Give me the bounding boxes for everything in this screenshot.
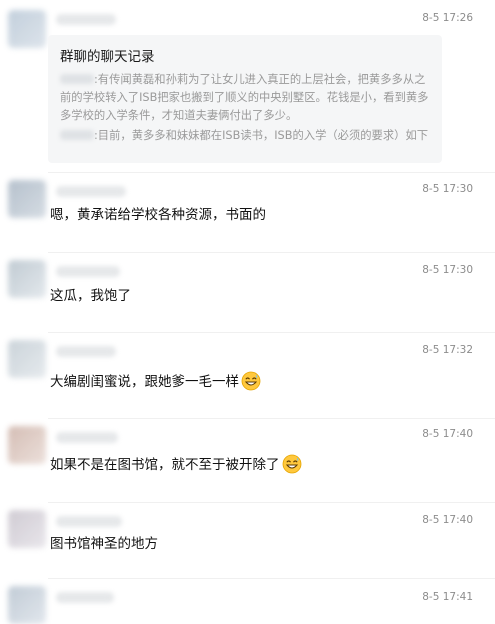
message-time: 8-5 17:32 [422,344,473,356]
chat-record-title: 群聊的聊天记录 [60,49,155,65]
message-text: 嗯，黄承诺给学校各种资源，书面的 [50,207,266,223]
message-time: 8-5 17:40 [422,428,473,440]
divider [48,252,495,253]
sender-name [56,266,120,277]
message-text: 图书馆神圣的地方 [50,536,158,552]
avatar[interactable] [8,586,46,624]
chat-message: 8-5 17:40 如果不是在图书馆，就不至于被开除了 [0,420,495,504]
record-sender-name [60,74,94,84]
chat-record-line: 多学校的入学条件，才知道夫妻俩付出了多少。 [60,109,298,122]
grin-sweat-icon [241,371,261,391]
message-text: 如果不是在图书馆，就不至于被开除了 [50,454,302,474]
message-time: 8-5 17:40 [422,514,473,526]
avatar[interactable] [8,10,46,48]
message-time: 8-5 17:26 [422,12,473,24]
grin-sweat-icon [282,454,301,474]
divider [48,172,495,173]
divider [48,502,495,503]
sender-name [56,516,122,527]
chat-history: 8-5 17:26 群聊的聊天记录 :有传闻黄磊和孙莉为了让女儿进入真正的上层社… [0,0,495,624]
chat-message: 8-5 17:41 [0,580,495,624]
chat-record-line: 前的学校转入了ISB把家也搬到了顺义的中央别墅区。花钱是小，看到黄多 [60,91,429,104]
message-time: 8-5 17:30 [422,264,473,276]
sender-name [56,432,118,443]
avatar[interactable] [8,426,46,464]
chat-message: 8-5 17:40 图书馆神圣的地方 [0,504,495,582]
sender-name [56,14,116,25]
message-text: 大编剧闺蜜说，跟她爹一毛一样 [50,371,261,391]
sender-name [56,346,116,357]
avatar[interactable] [8,510,46,548]
avatar[interactable] [8,180,46,218]
chat-record-line: :目前，黄多多和妹妹都在ISB读书，ISB的入学（必须的要求）如下 [60,128,428,144]
divider [48,418,495,419]
record-sender-name [60,130,94,140]
chat-record-message: 8-5 17:26 群聊的聊天记录 :有传闻黄磊和孙莉为了让女儿进入真正的上层社… [0,0,495,170]
chat-message: 8-5 17:32 大编剧闺蜜说，跟她爹一毛一样 [0,334,495,420]
message-time: 8-5 17:30 [422,183,473,195]
sender-name [56,592,114,603]
divider [48,578,495,579]
divider [48,332,495,333]
chat-record-card[interactable]: 群聊的聊天记录 :有传闻黄磊和孙莉为了让女儿进入真正的上层社会，把黄多多从之 前… [48,35,442,163]
chat-message: 8-5 17:30 嗯，黄承诺给学校各种资源，书面的 [0,174,495,256]
chat-message: 8-5 17:30 这瓜，我饱了 [0,254,495,336]
message-time: 8-5 17:41 [422,591,473,603]
avatar[interactable] [8,340,46,378]
chat-record-line: :有传闻黄磊和孙莉为了让女儿进入真正的上层社会，把黄多多从之 [60,72,425,88]
avatar[interactable] [8,260,46,298]
sender-name [56,186,126,197]
message-text: 这瓜，我饱了 [50,288,131,304]
